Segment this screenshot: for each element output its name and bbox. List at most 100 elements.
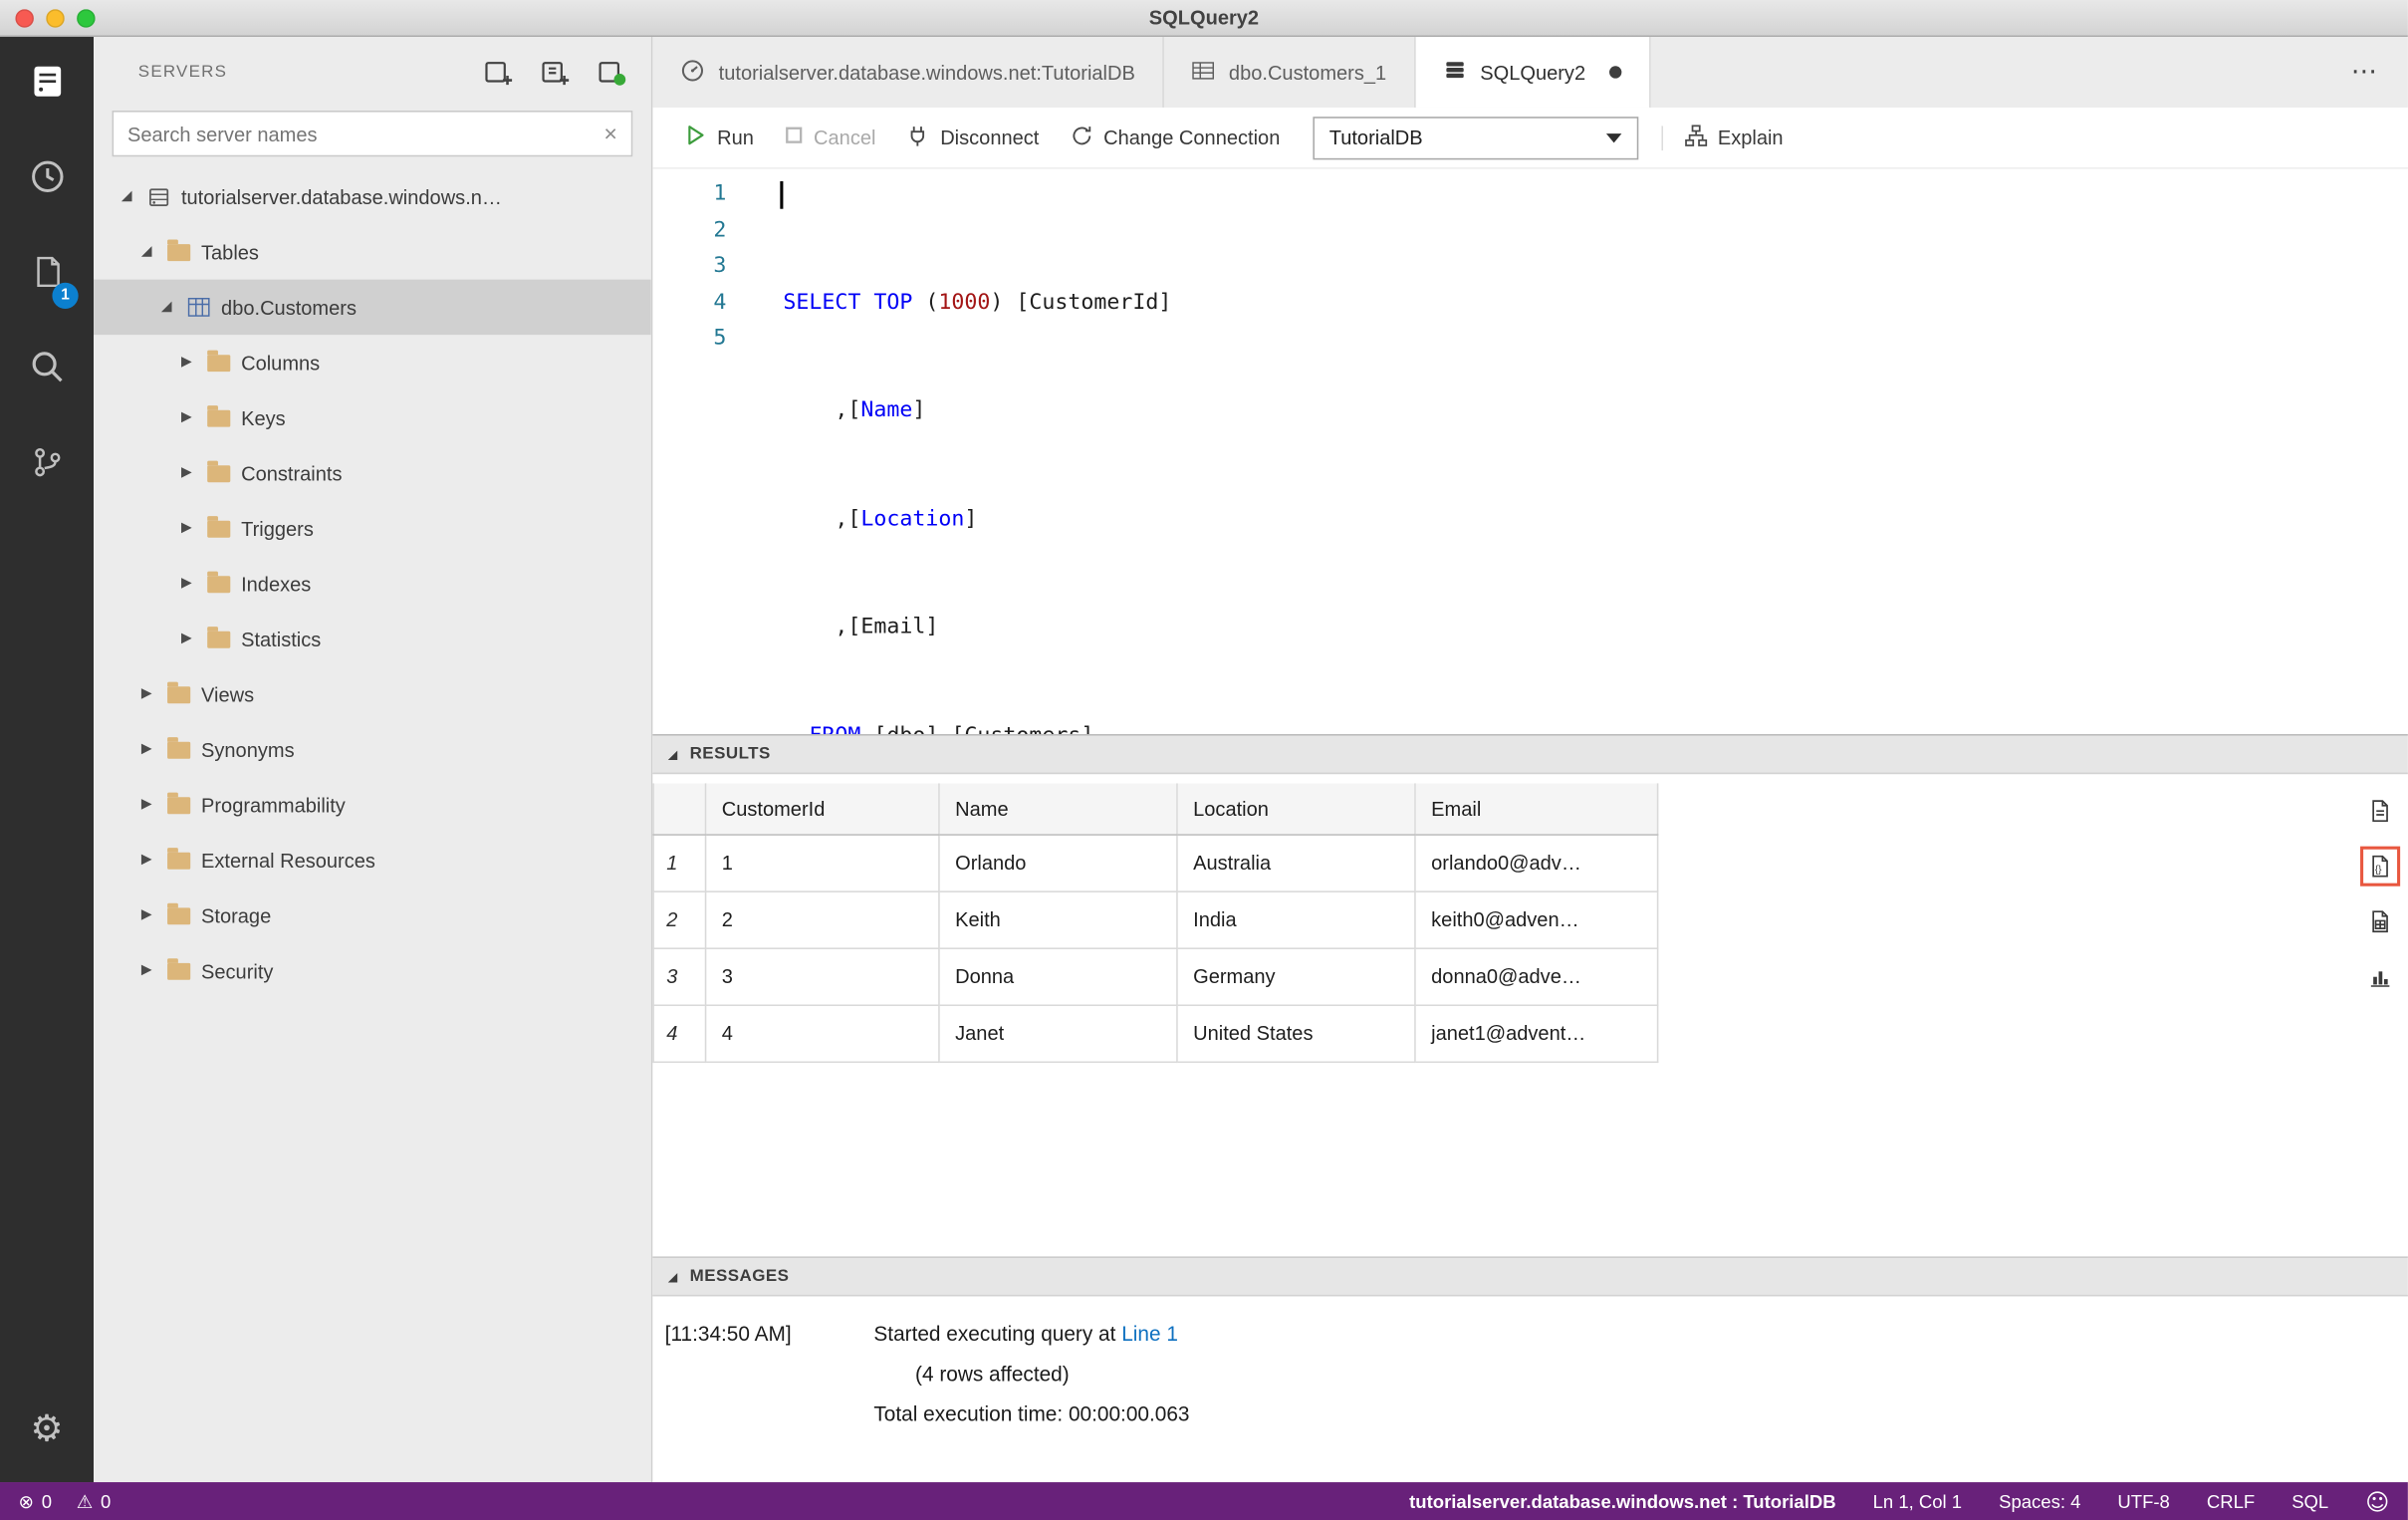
- cell-customer-id[interactable]: 3: [704, 947, 940, 1006]
- messages-panel-header[interactable]: ◢ MESSAGES: [652, 1257, 2408, 1297]
- tree-item-server[interactable]: ◢ tutorialserver.database.windows.n…: [94, 169, 651, 225]
- change-connection-button[interactable]: Change Connection: [1056, 116, 1294, 158]
- tree-item-triggers[interactable]: ▶ Triggers: [94, 501, 651, 557]
- tab-sqlquery2[interactable]: SQLQuery2: [1415, 37, 1650, 108]
- sql-editor[interactable]: 1 2 3 4 5 SELECT TOP (1000) [CustomerId]…: [652, 169, 2408, 734]
- sidebar-item-source-control[interactable]: [0, 417, 94, 513]
- collapse-twisty-icon[interactable]: ▶: [141, 853, 167, 868]
- expand-twisty-icon[interactable]: ◢: [141, 244, 167, 259]
- tree-item-statistics[interactable]: ▶ Statistics: [94, 612, 651, 667]
- cell-location[interactable]: Australia: [1176, 834, 1416, 892]
- tree-item-security[interactable]: ▶ Security: [94, 943, 651, 999]
- run-button[interactable]: Run: [671, 116, 768, 158]
- language-mode[interactable]: SQL: [2291, 1491, 2328, 1513]
- collapse-twisty-icon[interactable]: ▶: [141, 742, 167, 757]
- tree-item-views[interactable]: ▶ Views: [94, 666, 651, 722]
- tree-item-dbo-customers[interactable]: ◢ dbo.Customers: [94, 279, 651, 336]
- cell-email[interactable]: orlando0@adv…: [1414, 834, 1659, 892]
- cell-location[interactable]: India: [1176, 890, 1416, 949]
- tree-item-indexes[interactable]: ▶ Indexes: [94, 556, 651, 612]
- cell-email[interactable]: janet1@advent…: [1414, 1004, 1659, 1063]
- new-connection-button[interactable]: [482, 57, 513, 88]
- row-number-cell[interactable]: 3: [652, 947, 707, 1006]
- tree-item-storage[interactable]: ▶ Storage: [94, 887, 651, 943]
- active-connections-button[interactable]: [596, 57, 626, 88]
- collapse-twisty-icon[interactable]: ▶: [181, 410, 207, 425]
- cell-location[interactable]: Germany: [1176, 947, 1416, 1006]
- feedback-smiley-icon[interactable]: ☺: [2365, 1487, 2389, 1515]
- tree-item-columns[interactable]: ▶ Columns: [94, 335, 651, 390]
- sidebar-item-open-editors[interactable]: 1: [0, 227, 94, 323]
- collapse-twisty-icon[interactable]: ▶: [141, 963, 167, 978]
- row-number-header[interactable]: [652, 783, 707, 836]
- title-bar[interactable]: SQLQuery2: [0, 0, 2408, 38]
- cell-name[interactable]: Donna: [938, 947, 1178, 1006]
- problems-summary[interactable]: ⊗ 0 ⚠ 0: [19, 1491, 112, 1513]
- close-button[interactable]: [15, 8, 34, 27]
- column-header[interactable]: Name: [938, 783, 1178, 836]
- save-as-excel-button[interactable]: [2360, 901, 2400, 941]
- tree-item-programmability[interactable]: ▶ Programmability: [94, 777, 651, 833]
- collapse-twisty-icon[interactable]: ▶: [181, 465, 207, 480]
- database-dropdown[interactable]: TutorialDB: [1312, 116, 1638, 159]
- collapse-panel-icon[interactable]: ◢: [668, 747, 677, 761]
- tree-item-tables[interactable]: ◢ Tables: [94, 224, 651, 280]
- search-input[interactable]: [126, 122, 604, 145]
- view-as-chart-button[interactable]: [2360, 957, 2400, 997]
- tab-dbo-customers-1[interactable]: dbo.Customers_1: [1164, 37, 1416, 108]
- results-panel-header[interactable]: ◢ RESULTS: [652, 735, 2408, 775]
- settings-button[interactable]: ⚙: [0, 1375, 94, 1482]
- tree-item-constraints[interactable]: ▶ Constraints: [94, 445, 651, 501]
- cell-location[interactable]: United States: [1176, 1004, 1416, 1063]
- row-number-cell[interactable]: 4: [652, 1004, 707, 1063]
- cell-name[interactable]: Janet: [938, 1004, 1178, 1063]
- collapse-twisty-icon[interactable]: ▶: [141, 907, 167, 922]
- cell-name[interactable]: Keith: [938, 890, 1178, 949]
- cell-email[interactable]: keith0@adven…: [1414, 890, 1659, 949]
- tree-item-external-resources[interactable]: ▶ External Resources: [94, 833, 651, 888]
- row-number-cell[interactable]: 2: [652, 890, 707, 949]
- eol-setting[interactable]: CRLF: [2207, 1491, 2255, 1513]
- collapse-twisty-icon[interactable]: ▶: [181, 521, 207, 536]
- connection-status[interactable]: tutorialserver.database.windows.net : Tu…: [1409, 1491, 1835, 1513]
- save-as-json-button[interactable]: {}: [2360, 846, 2401, 887]
- column-header[interactable]: Email: [1414, 783, 1659, 836]
- encoding-setting[interactable]: UTF-8: [2117, 1491, 2169, 1513]
- collapse-twisty-icon[interactable]: ▶: [141, 686, 167, 701]
- collapse-twisty-icon[interactable]: ▶: [181, 576, 207, 591]
- tab-server-dashboard[interactable]: tutorialserver.database.windows.net:Tuto…: [652, 37, 1165, 108]
- save-as-csv-button[interactable]: [2360, 791, 2400, 831]
- code-area[interactable]: SELECT TOP (1000) [CustomerId] ,[Name] ,…: [748, 169, 2408, 734]
- row-number-cell[interactable]: 1: [652, 834, 707, 892]
- clear-search-icon[interactable]: ×: [603, 123, 617, 145]
- editor-actions-button[interactable]: ⋯: [2351, 37, 2408, 108]
- explain-button[interactable]: Explain: [1670, 116, 1797, 158]
- minimize-button[interactable]: [46, 8, 65, 27]
- cancel-button[interactable]: Cancel: [771, 116, 889, 158]
- cell-customer-id[interactable]: 4: [704, 1004, 940, 1063]
- tree-item-keys[interactable]: ▶ Keys: [94, 390, 651, 446]
- sidebar-item-servers[interactable]: [0, 37, 94, 132]
- collapse-twisty-icon[interactable]: ▶: [141, 797, 167, 812]
- cursor-position[interactable]: Ln 1, Col 1: [1873, 1491, 1963, 1513]
- column-header[interactable]: Location: [1176, 783, 1416, 836]
- column-header[interactable]: CustomerId: [704, 783, 940, 836]
- cell-email[interactable]: donna0@adve…: [1414, 947, 1659, 1006]
- line-1-link[interactable]: Line 1: [1121, 1323, 1178, 1346]
- cell-customer-id[interactable]: 2: [704, 890, 940, 949]
- collapse-twisty-icon[interactable]: ▶: [181, 355, 207, 370]
- sidebar-item-search[interactable]: [0, 323, 94, 418]
- disconnect-button[interactable]: Disconnect: [892, 116, 1053, 158]
- errors-indicator[interactable]: ⊗ 0: [19, 1491, 53, 1513]
- warnings-indicator[interactable]: ⚠ 0: [77, 1491, 112, 1513]
- new-server-group-button[interactable]: [539, 57, 570, 88]
- collapse-panel-icon[interactable]: ◢: [668, 1269, 677, 1283]
- cell-customer-id[interactable]: 1: [704, 834, 940, 892]
- cell-name[interactable]: Orlando: [938, 834, 1178, 892]
- sidebar-item-task-history[interactable]: [0, 132, 94, 228]
- zoom-button[interactable]: [77, 8, 96, 27]
- expand-twisty-icon[interactable]: ◢: [161, 300, 187, 315]
- tree-item-synonyms[interactable]: ▶ Synonyms: [94, 722, 651, 778]
- expand-twisty-icon[interactable]: ◢: [121, 189, 147, 204]
- collapse-twisty-icon[interactable]: ▶: [181, 632, 207, 646]
